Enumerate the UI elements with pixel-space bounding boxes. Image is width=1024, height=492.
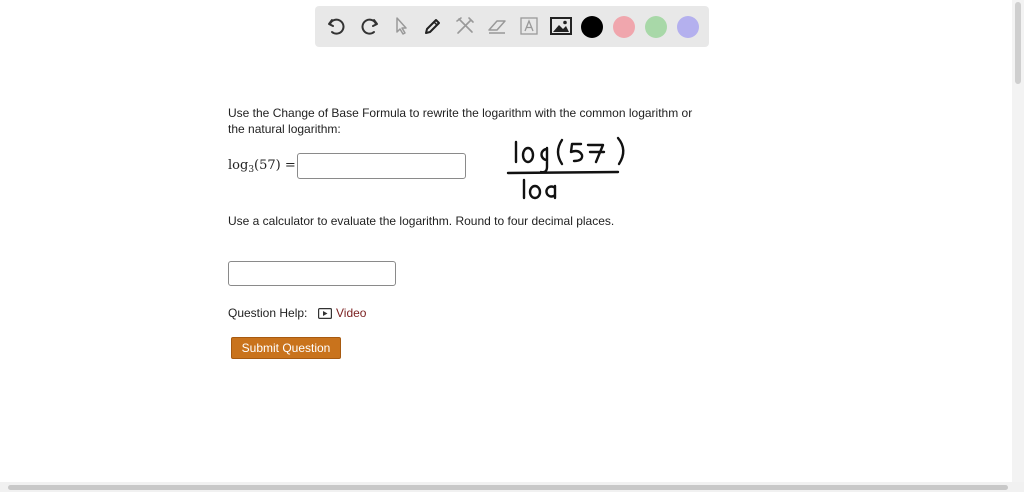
undo-icon[interactable] (325, 14, 349, 38)
horizontal-scroll-thumb[interactable] (8, 485, 1008, 490)
color-swatch-pink[interactable] (613, 16, 635, 38)
log-argument: (57) = (254, 158, 296, 173)
instruction-change-of-base: Use the Change of Base Formula to rewrit… (228, 105, 728, 137)
image-icon[interactable] (549, 14, 573, 38)
vertical-scrollbar[interactable] (1012, 0, 1024, 482)
question-help-label: Question Help: (228, 306, 308, 320)
instruction-calculator: Use a calculator to evaluate the logarit… (228, 214, 615, 228)
redo-icon[interactable] (357, 14, 381, 38)
video-icon (318, 307, 332, 319)
color-swatch-green[interactable] (645, 16, 667, 38)
log-function: log (228, 158, 249, 173)
log-expression: log3(57) = (228, 158, 296, 175)
tools-icon[interactable] (453, 14, 477, 38)
vertical-scroll-thumb[interactable] (1015, 2, 1021, 84)
submit-question-button[interactable]: Submit Question (231, 337, 341, 359)
decimal-answer-input[interactable] (228, 261, 396, 286)
pen-icon[interactable] (421, 14, 445, 38)
video-help-link[interactable]: Video (318, 305, 366, 321)
instruction-line-2: the natural logarithm: (228, 122, 341, 136)
color-swatch-purple[interactable] (677, 16, 699, 38)
change-of-base-answer-input[interactable] (297, 153, 466, 179)
handwritten-annotation (506, 136, 625, 200)
pointer-icon[interactable] (389, 14, 413, 38)
drawing-toolbar (315, 6, 709, 47)
instruction-line-1: Use the Change of Base Formula to rewrit… (228, 106, 693, 120)
eraser-icon[interactable] (485, 14, 509, 38)
horizontal-scrollbar[interactable] (0, 482, 1024, 492)
text-icon[interactable] (517, 14, 541, 38)
color-swatch-black[interactable] (581, 16, 603, 38)
video-link-label: Video (336, 306, 367, 320)
